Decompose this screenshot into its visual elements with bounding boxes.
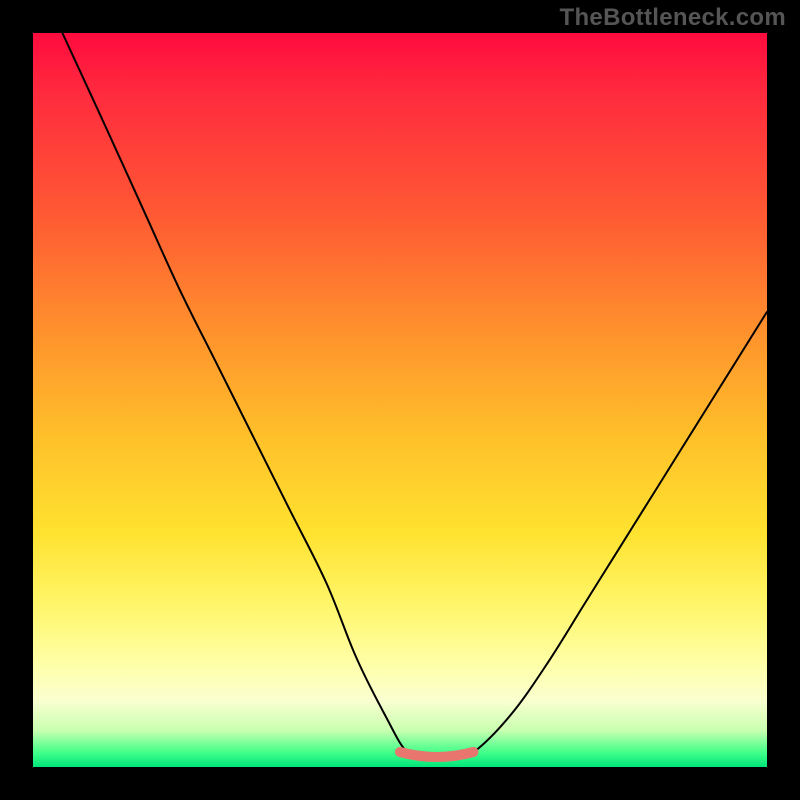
- watermark-text: TheBottleneck.com: [560, 4, 786, 32]
- chart-frame: TheBottleneck.com: [0, 0, 800, 800]
- trough-marker: [400, 752, 473, 757]
- curve-path: [62, 33, 767, 761]
- plot-area: [33, 33, 767, 767]
- bottleneck-curve: [33, 33, 767, 767]
